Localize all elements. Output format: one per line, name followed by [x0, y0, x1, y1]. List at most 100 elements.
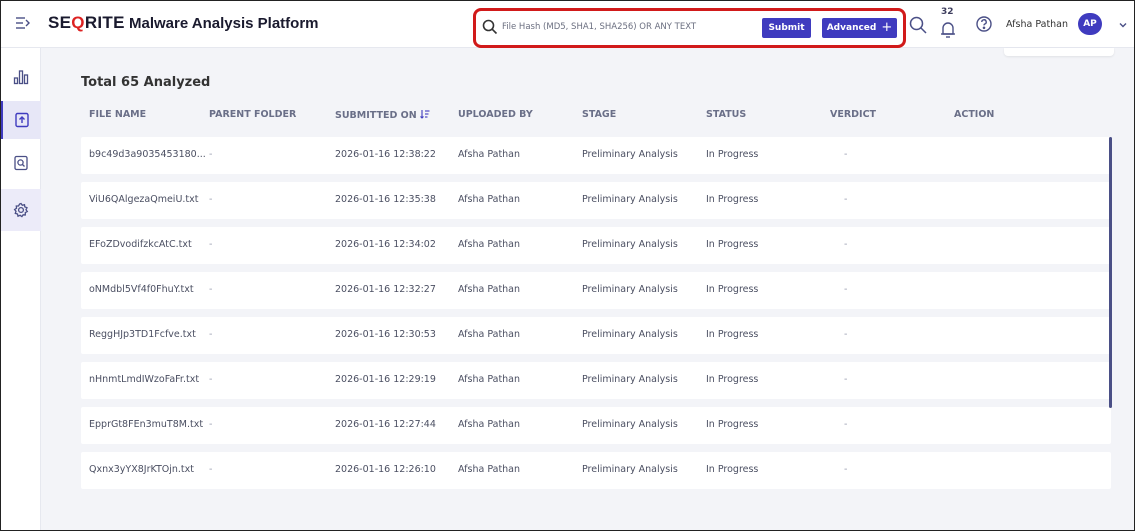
table-row[interactable]: EpprGt8FEn3muT8M.txt - 2026-01-16 12:27:…	[81, 407, 1111, 444]
cell-parent-folder: -	[209, 464, 213, 475]
cell-file-name[interactable]: oNMdbl5Vf4f0FhuY.txt	[89, 284, 194, 295]
plus-icon: +	[881, 20, 893, 35]
table-header: FILE NAME PARENT FOLDER SUBMITTED ON UPL…	[81, 109, 1111, 123]
column-header-uploaded-by[interactable]: UPLOADED BY	[458, 109, 533, 120]
search-document-icon	[14, 155, 28, 171]
cell-stage: Preliminary Analysis	[582, 284, 678, 295]
menu-toggle-icon[interactable]	[15, 15, 35, 33]
search-icon	[482, 19, 498, 35]
cell-file-name[interactable]: Qxnx3yYX8JrKTOjn.txt	[89, 464, 194, 475]
sort-icon[interactable]	[419, 109, 430, 119]
help-icon[interactable]	[975, 15, 993, 33]
table-row[interactable]: ReggHJp3TD1Fcfve.txt - 2026-01-16 12:30:…	[81, 317, 1111, 354]
header-search-icon[interactable]	[908, 15, 928, 35]
cell-uploaded-by: Afsha Pathan	[458, 329, 521, 340]
header-floating-tab	[1004, 48, 1114, 56]
cell-submitted-on: 2026-01-16 12:30:53	[335, 329, 436, 340]
cell-status: In Progress	[706, 374, 759, 385]
column-header-submitted-on-label: SUBMITTED ON	[335, 110, 417, 121]
cell-parent-folder: -	[209, 329, 213, 340]
user-name[interactable]: Afsha Pathan	[1006, 19, 1068, 30]
cell-status: In Progress	[706, 149, 759, 160]
sidebar-item-dashboard[interactable]	[1, 58, 41, 96]
sidebar-item-upload[interactable]	[1, 101, 41, 139]
sidebar-item-settings[interactable]	[1, 189, 41, 231]
cell-submitted-on: 2026-01-16 12:26:10	[335, 464, 436, 475]
submit-button[interactable]: Submit	[762, 18, 811, 38]
app-title: Malware Analysis Platform	[129, 15, 319, 32]
cell-stage: Preliminary Analysis	[582, 374, 678, 385]
logo-text-q: Q	[71, 13, 85, 32]
table-row[interactable]: EFoZDvodifzkcAtC.txt - 2026-01-16 12:34:…	[81, 227, 1111, 264]
table-row[interactable]: nHnmtLmdIWzoFaFr.txt - 2026-01-16 12:29:…	[81, 362, 1111, 399]
cell-submitted-on: 2026-01-16 12:29:19	[335, 374, 436, 385]
cell-verdict: -	[844, 149, 848, 160]
cell-verdict: -	[844, 374, 848, 385]
cell-uploaded-by: Afsha Pathan	[458, 284, 521, 295]
sidebar	[1, 48, 41, 530]
cell-status: In Progress	[706, 464, 759, 475]
cell-verdict: -	[844, 284, 848, 295]
brand-logo[interactable]: SEQRITE	[48, 13, 125, 33]
column-header-submitted-on[interactable]: SUBMITTED ON	[335, 109, 430, 121]
cell-verdict: -	[844, 419, 848, 430]
cell-status: In Progress	[706, 329, 759, 340]
cell-file-name[interactable]: ReggHJp3TD1Fcfve.txt	[89, 329, 196, 340]
cell-parent-folder: -	[209, 149, 213, 160]
bar-chart-icon	[13, 70, 29, 85]
cell-submitted-on: 2026-01-16 12:27:44	[335, 419, 436, 430]
cell-submitted-on: 2026-01-16 12:38:22	[335, 149, 436, 160]
cell-file-name[interactable]: nHnmtLmdIWzoFaFr.txt	[89, 374, 199, 385]
table-row[interactable]: ViU6QAlgezaQmeiU.txt - 2026-01-16 12:35:…	[81, 182, 1111, 219]
cell-file-name[interactable]: ViU6QAlgezaQmeiU.txt	[89, 194, 199, 205]
cell-uploaded-by: Afsha Pathan	[458, 239, 521, 250]
cell-file-name[interactable]: EFoZDvodifzkcAtC.txt	[89, 239, 192, 250]
global-search	[481, 14, 757, 40]
cell-stage: Preliminary Analysis	[582, 149, 678, 160]
page-title: Total 65 Analyzed	[81, 75, 211, 90]
table-scrollbar[interactable]	[1109, 137, 1112, 408]
cell-submitted-on: 2026-01-16 12:32:27	[335, 284, 436, 295]
search-input[interactable]	[502, 22, 752, 32]
column-header-stage[interactable]: STAGE	[582, 109, 616, 120]
cell-uploaded-by: Afsha Pathan	[458, 194, 521, 205]
column-header-verdict[interactable]: VERDICT	[830, 109, 876, 120]
cell-status: In Progress	[706, 194, 759, 205]
cell-verdict: -	[844, 464, 848, 475]
cell-verdict: -	[844, 194, 848, 205]
notification-count: 32	[941, 7, 954, 17]
cell-file-name[interactable]: EpprGt8FEn3muT8M.txt	[89, 419, 203, 430]
cell-parent-folder: -	[209, 239, 213, 250]
cell-stage: Preliminary Analysis	[582, 239, 678, 250]
column-header-file-name[interactable]: FILE NAME	[89, 109, 146, 120]
cell-submitted-on: 2026-01-16 12:34:02	[335, 239, 436, 250]
sidebar-item-search-reports[interactable]	[1, 144, 41, 182]
app-window: SEQRITE Malware Analysis Platform Submit…	[0, 0, 1135, 531]
cell-status: In Progress	[706, 284, 759, 295]
logo-text-pre: SE	[48, 13, 72, 32]
advanced-label: Advanced	[826, 23, 877, 33]
column-header-parent-folder[interactable]: PARENT FOLDER	[209, 109, 296, 120]
notifications[interactable]: 32	[938, 7, 958, 41]
table-row[interactable]: Qxnx3yYX8JrKTOjn.txt - 2026-01-16 12:26:…	[81, 452, 1111, 489]
cell-submitted-on: 2026-01-16 12:35:38	[335, 194, 436, 205]
advanced-search-button[interactable]: Advanced +	[822, 18, 897, 38]
cell-uploaded-by: Afsha Pathan	[458, 464, 521, 475]
logo-text-post: RITE	[84, 13, 125, 32]
cell-file-name[interactable]: b9c49d3a9035453180...	[89, 149, 206, 160]
bell-icon	[941, 22, 955, 38]
cell-parent-folder: -	[209, 284, 213, 295]
table-row[interactable]: oNMdbl5Vf4f0FhuY.txt - 2026-01-16 12:32:…	[81, 272, 1111, 309]
top-header: SEQRITE Malware Analysis Platform Submit…	[1, 1, 1134, 48]
chevron-down-icon[interactable]	[1118, 20, 1128, 30]
avatar[interactable]: AP	[1078, 13, 1102, 35]
cell-verdict: -	[844, 239, 848, 250]
column-header-status[interactable]: STATUS	[706, 109, 746, 120]
upload-file-icon	[15, 112, 29, 128]
cell-uploaded-by: Afsha Pathan	[458, 149, 521, 160]
table-row[interactable]: b9c49d3a9035453180... - 2026-01-16 12:38…	[81, 137, 1111, 174]
cell-status: In Progress	[706, 239, 759, 250]
cell-uploaded-by: Afsha Pathan	[458, 374, 521, 385]
cell-uploaded-by: Afsha Pathan	[458, 419, 521, 430]
settings-gear-icon	[13, 202, 29, 218]
